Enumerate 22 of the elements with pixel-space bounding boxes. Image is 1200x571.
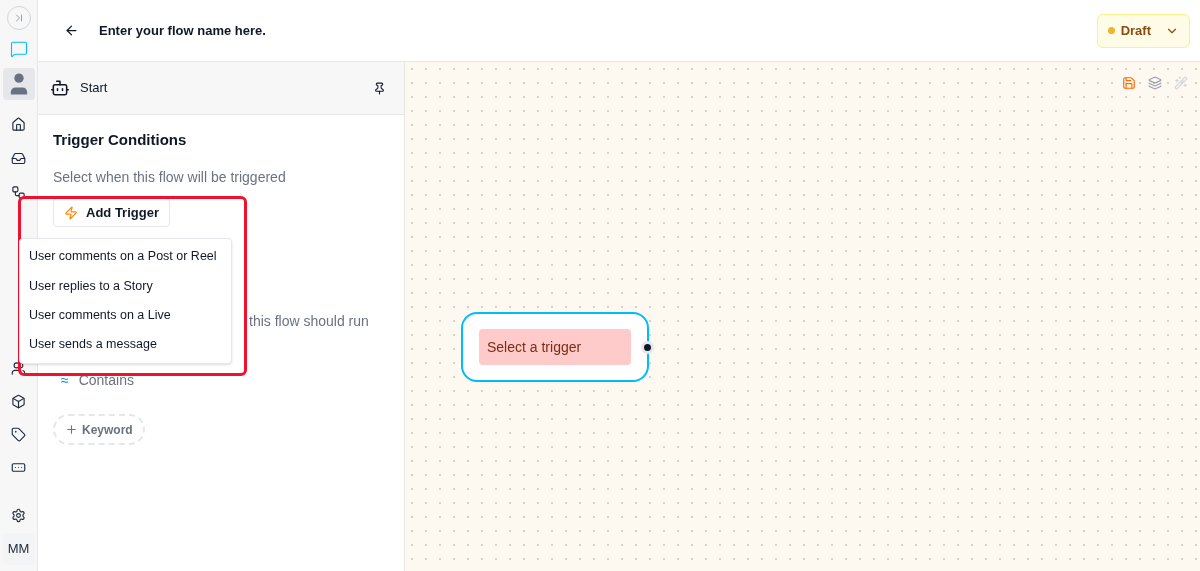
user-initials-button[interactable]: MM (2, 533, 35, 565)
lightning-icon (64, 205, 78, 220)
section-subtitle: Select when this flow will be triggered (53, 168, 286, 187)
menu-item[interactable]: User comments on a Post or Reel (20, 242, 231, 272)
status-dropdown[interactable]: Draft (1096, 13, 1190, 48)
menu-item[interactable]: User comments on a Live (20, 300, 231, 331)
back-button[interactable] (64, 23, 79, 38)
flow-name[interactable]: Enter your flow name here. (99, 20, 266, 41)
trigger-node[interactable]: Select a trigger (461, 312, 649, 382)
robot-icon (50, 78, 70, 98)
menu-item[interactable]: User replies to a Story (20, 271, 231, 301)
match-option[interactable]: ≈ Contains (61, 370, 134, 391)
section-title: Trigger Conditions (53, 131, 187, 149)
keyword-button[interactable]: Keyword (53, 414, 145, 445)
menu-item[interactable]: User sends a message (20, 330, 231, 360)
node-label: Select a trigger (479, 329, 631, 365)
avatar-button[interactable] (2, 68, 35, 100)
pin-button[interactable] (373, 81, 386, 95)
plus-icon (65, 423, 78, 436)
description-text: this flow should run (249, 312, 369, 331)
node-title: Start (80, 79, 108, 98)
save-icon[interactable] (1122, 76, 1136, 90)
